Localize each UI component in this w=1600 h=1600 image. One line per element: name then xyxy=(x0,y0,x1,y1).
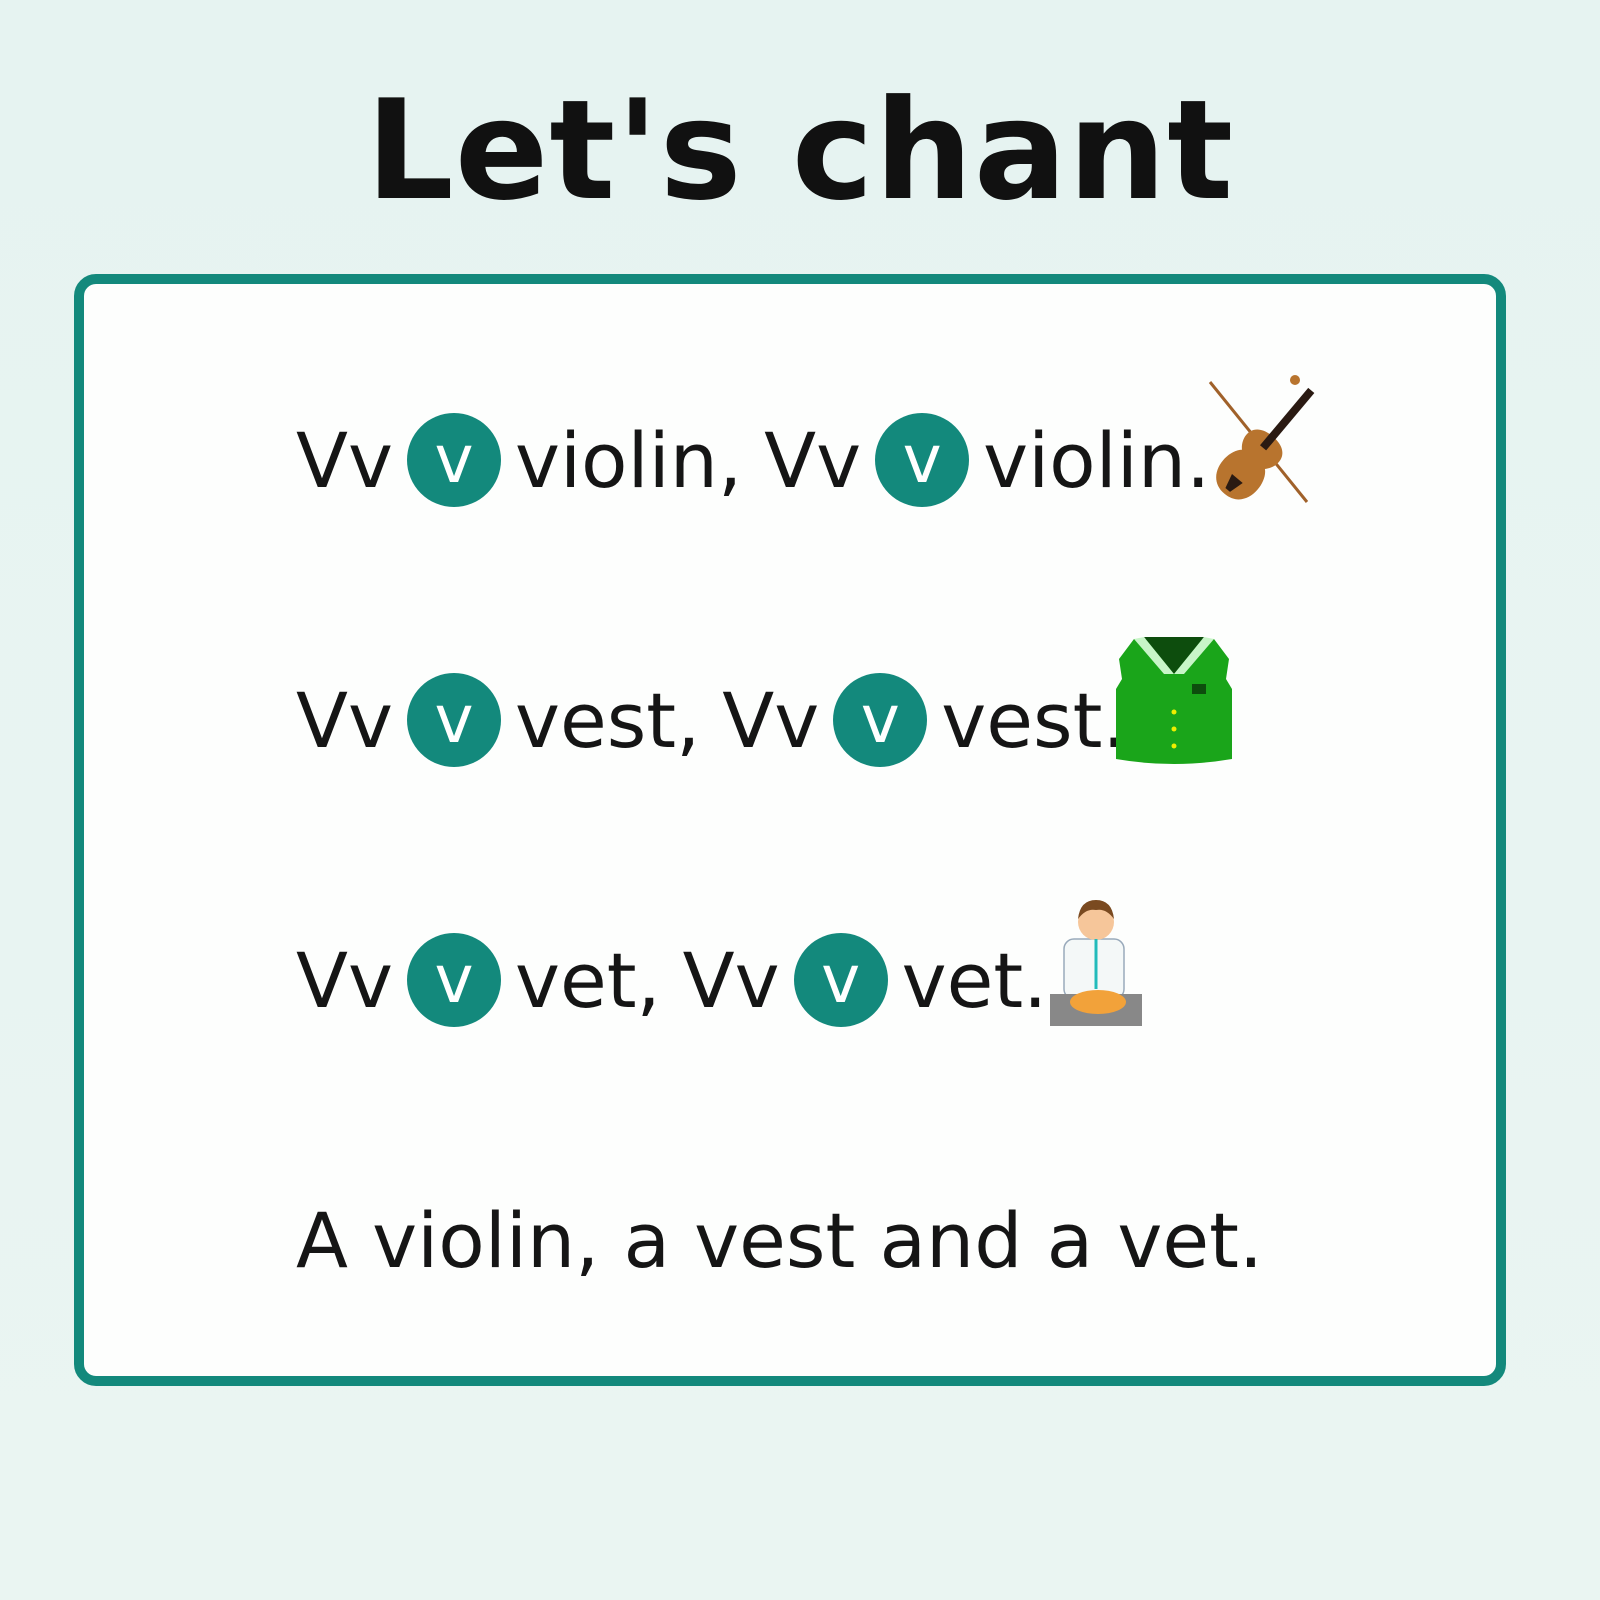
page-title: Let's chant xyxy=(365,70,1235,231)
letter-pair: Vv xyxy=(296,415,393,505)
chant-line-vest: Vv v vest, Vv v vest. xyxy=(296,670,1127,770)
chant-line-vet: Vv v vet, Vv v vet. xyxy=(296,930,1047,1030)
letter-pair: Vv xyxy=(296,935,393,1025)
letter-pair: Vv xyxy=(296,675,393,765)
word: vest, xyxy=(514,675,701,765)
word: violin. xyxy=(983,415,1211,505)
vest-icon xyxy=(1116,637,1232,764)
chant-line-violin: Vv v violin, Vv v violin. xyxy=(296,410,1210,510)
word: vet, xyxy=(514,935,661,1025)
word: vet. xyxy=(901,935,1048,1025)
letter-pair: Vv xyxy=(722,675,820,765)
letter-badge: v xyxy=(406,413,501,507)
letter-badge: v xyxy=(793,933,888,1027)
letter-badge: v xyxy=(875,413,970,507)
word: violin, xyxy=(514,415,743,505)
vet-icon xyxy=(1050,900,1142,1026)
chant-card: Vv v violin, Vv v violin. Vv v vest, Vv … xyxy=(74,274,1506,1386)
letter-pair: Vv xyxy=(764,415,862,505)
word: vest. xyxy=(941,675,1127,765)
letter-pair: Vv xyxy=(682,935,780,1025)
summary-line: A violin, a vest and a vet. xyxy=(296,1195,1264,1285)
letter-badge: v xyxy=(406,933,501,1027)
letter-badge: v xyxy=(406,673,501,767)
letter-badge: v xyxy=(833,673,928,767)
violin-icon xyxy=(1208,375,1315,503)
